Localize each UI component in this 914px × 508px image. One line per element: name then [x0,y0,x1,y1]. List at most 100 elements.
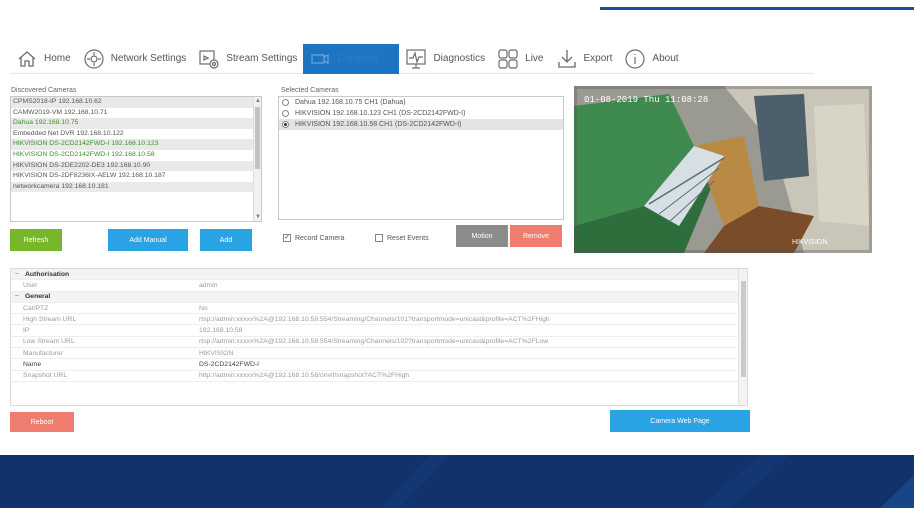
radio-button-icon[interactable] [282,121,289,128]
nav-about[interactable]: About [618,44,684,74]
property-key: Manufacturer [23,349,64,357]
discovered-list-scrollbar[interactable]: ▲ ▼ [253,97,261,221]
property-row[interactable]: Cat/PTZ No [11,303,747,315]
top-accent-bar [600,7,914,10]
info-icon [624,48,646,70]
selected-camera-item[interactable]: HIKVISION 192.168.10.58 CH1 (DS-2CD2142F… [279,119,563,130]
camera-icon [309,48,331,70]
property-row[interactable]: IP 192.168.10.58 [11,325,747,337]
preview-watermark: HIKVISION [792,239,827,246]
home-icon [16,48,38,70]
property-category[interactable]: − General [11,291,747,303]
nav-cameras[interactable]: Cameras [303,43,400,74]
property-value[interactable]: rtsp://admin:xxxxx%2A@192.168.10.58:554/… [199,316,747,323]
preview-timestamp: 01-08-2019 Thu 11:08:28 [584,95,708,105]
reset-events-check-icon[interactable] [375,234,383,242]
discovered-camera-item[interactable]: HIKVISION DS-2DE2202-DE3 192.168.10.90 [11,160,261,172]
main-nav: Home Network Settings Stream Settings Ca… [10,43,814,74]
selected-cameras-title: Selected Cameras [281,87,339,94]
camera-properties-grid[interactable]: − Authorisation User admin − General Cat/PTZ No… [10,268,748,406]
nav-diagnostics[interactable]: Diagnostics [399,44,491,74]
reboot-button[interactable]: Reboot [10,412,74,432]
record-camera-check-icon[interactable]: ✓ [283,234,291,242]
discovered-camera-item[interactable]: HIKVISION DS-2CD2142FWD-I 192.168.10.58 [11,150,261,161]
property-key: Cat/PTZ [23,304,49,312]
discovered-camera-item[interactable]: CPMS2018-IP 192.168.10.62 [11,97,261,108]
nav-network-settings[interactable]: Network Settings [77,44,193,74]
discovered-cameras-list[interactable]: CPMS2018-IP 192.168.10.62 CAMW2019-VM 192… [10,96,262,222]
property-value[interactable]: http://admin:xxxxx%2A@192.168.10.58/onvi… [199,372,747,379]
property-row[interactable]: High Stream URL rtsp://admin:xxxxx%2A@192… [11,314,747,326]
property-value[interactable]: admin [199,282,747,289]
property-category-label: Authorisation [25,270,70,278]
discovered-camera-item[interactable]: Dahua 192.168.10.75 [11,118,261,129]
property-value[interactable]: rtsp://admin:xxxxx%2A@192.168.10.58:554/… [199,338,747,345]
camera-preview: 01-08-2019 Thu 11:08:28 HIKVISION [574,86,872,253]
reset-events-checkbox[interactable]: Reset Events [375,234,429,242]
network-gear-icon [83,48,105,70]
discovered-camera-item[interactable]: CAMW2019-VM 192.168.10.71 [11,108,261,119]
add-manual-button[interactable]: Add Manual [108,229,188,251]
properties-scrollbar[interactable] [738,269,747,405]
property-row[interactable]: User admin [11,280,747,292]
record-camera-checkbox[interactable]: ✓ Record Camera [283,234,344,242]
nav-cameras-label: Cameras [337,53,379,64]
properties-scroll-thumb[interactable] [741,281,746,377]
collapse-icon[interactable]: − [15,293,25,300]
property-value[interactable]: 192.168.10.58 [199,327,747,334]
nav-diagnostics-label: Diagnostics [433,53,486,64]
selected-camera-item[interactable]: Dahua 192.168.10.75 CH1 (Dahua) [279,97,563,108]
property-key: User [23,281,38,289]
property-category[interactable]: − Authorisation [11,269,747,281]
reset-events-label: Reset Events [387,234,429,242]
selected-camera-label: Dahua 192.168.10.75 CH1 (Dahua) [295,99,406,106]
discovered-camera-item[interactable]: Embedded Net DVR 192.168.10.122 [11,129,261,140]
property-key: Low Stream URL [23,338,75,346]
nav-export-label: Export [583,53,613,64]
discovered-camera-item[interactable]: networkcamera 192.168.10.181 [11,181,261,193]
nav-stream-settings[interactable]: Stream Settings [192,44,303,74]
property-key: High Stream URL [23,315,77,323]
nav-network-settings-label: Network Settings [110,53,187,64]
footer-decoration [0,455,914,508]
nav-export[interactable]: Export [550,44,619,74]
property-value[interactable]: DS-2CD2142FWD-I [199,361,747,368]
nav-stream-settings-label: Stream Settings [226,53,298,64]
nav-home-label: Home [44,53,71,64]
property-key: Name [23,361,42,369]
radio-button-icon[interactable] [282,99,289,106]
property-row[interactable]: Snapshot URL http://admin:xxxxx%2A@192.16… [11,371,747,382]
nav-about-label: About [652,53,679,64]
selected-camera-item[interactable]: HIKVISION 192.168.10.123 CH1 (DS-2CD2142… [279,108,563,119]
scroll-up-arrow-icon[interactable]: ▲ [254,97,261,105]
nav-live[interactable]: Live [491,44,549,74]
property-row[interactable]: Low Stream URL rtsp://admin:xxxxx%2A@192.… [11,337,747,349]
property-row[interactable]: Name DS-2CD2142FWD-I [11,359,747,371]
selected-camera-label: HIKVISION 192.168.10.58 CH1 (DS-2CD2142F… [295,121,462,128]
refresh-button[interactable]: Refresh [10,229,62,251]
nav-live-label: Live [525,53,544,64]
camera-preview-image: 01-08-2019 Thu 11:08:28 HIKVISION [574,86,872,253]
live-icon [497,48,519,70]
scroll-down-arrow-icon[interactable]: ▼ [254,213,261,221]
property-key: IP [23,327,30,335]
property-row[interactable]: Manufacturer HIKVISION [11,348,747,360]
property-value[interactable]: HIKVISION [199,350,747,357]
camera-web-page-button[interactable]: Camera Web Page [610,410,750,432]
scroll-thumb[interactable] [255,107,260,169]
property-value[interactable]: No [199,305,747,312]
discovered-camera-item[interactable]: HIKVISION DS-2CD2142FWD-I 192.168.10.123 [11,139,261,150]
property-category-label: General [25,293,51,301]
discovered-camera-item[interactable]: HIKVISION DS-2DF8236IX-AELW 192.168.10.1… [11,171,261,182]
diagnostics-icon [405,48,427,70]
stream-settings-icon [198,48,220,70]
radio-button-icon[interactable] [282,110,289,117]
remove-button[interactable]: Remove [510,225,562,247]
add-button[interactable]: Add [200,229,252,251]
property-key: Snapshot URL [23,372,68,380]
motion-button[interactable]: Motion [456,225,508,247]
nav-home[interactable]: Home [10,44,77,74]
collapse-icon[interactable]: − [15,271,25,278]
selected-cameras-list[interactable]: Dahua 192.168.10.75 CH1 (Dahua) HIKVISION… [278,96,564,220]
footer-band [0,455,914,508]
